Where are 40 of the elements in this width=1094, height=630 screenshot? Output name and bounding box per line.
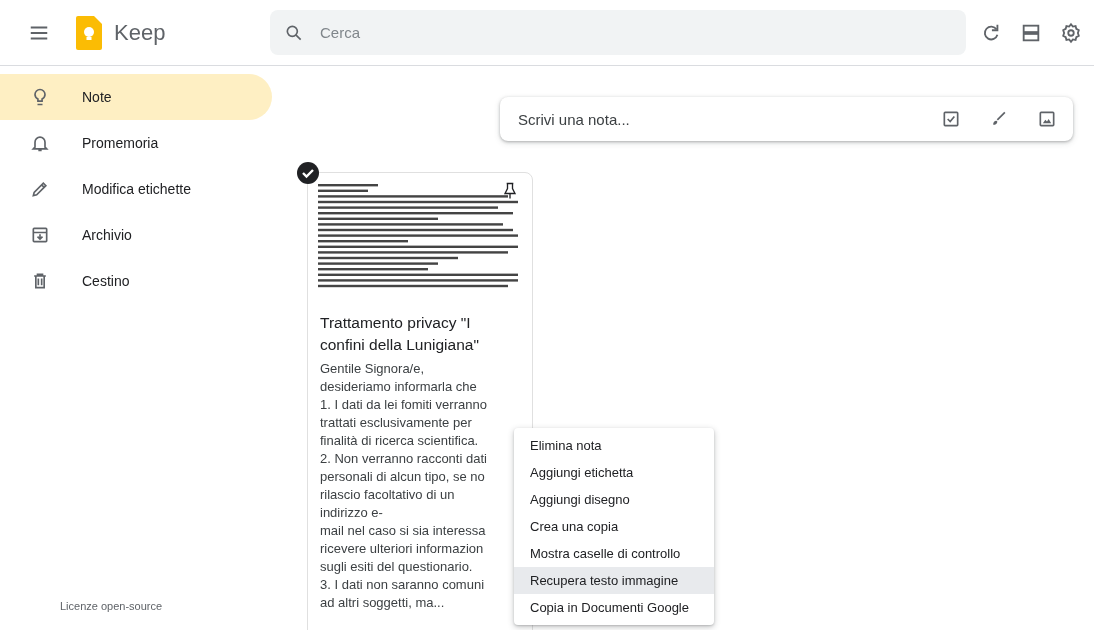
check-icon[interactable] — [297, 162, 319, 184]
note-text-line: ricevere ulteriori informazion — [320, 540, 485, 558]
note-text-line: sugli esiti del questionario. — [320, 558, 474, 576]
sidebar-item[interactable]: Promemoria — [0, 120, 272, 166]
keep-logo-icon — [76, 15, 102, 50]
note-text-line: ad altri soggetti, ma... — [320, 594, 446, 612]
note-text-line: indirizzo e- — [320, 504, 384, 522]
bell-icon — [30, 133, 50, 153]
note-text-line: mail nel caso si sia interessa — [320, 522, 487, 540]
note-composer[interactable]: Scrivi una nota... — [500, 97, 1073, 141]
note-title: Trattamento privacy "I confini della Lunigiana" — [319, 313, 480, 355]
image-icon[interactable] — [1037, 109, 1057, 129]
menu-item[interactable]: Recupera testo immagine — [514, 567, 714, 594]
search-input[interactable]: Cerca — [318, 23, 622, 42]
note-text-line: desideriamo informarla che — [320, 378, 478, 396]
archive-icon — [30, 225, 50, 245]
licenses-link[interactable]: Licenze open-source — [60, 600, 163, 612]
menu-item[interactable]: Copia in Documenti Google — [514, 594, 714, 621]
note-text-line: 2. Non verranno racconti dati — [320, 450, 488, 468]
pencil-icon — [30, 179, 50, 199]
menu-item[interactable]: Elimina nota — [514, 432, 714, 459]
app-name: Keep — [114, 19, 167, 46]
search-bar[interactable]: Cerca — [270, 10, 966, 55]
note-text-line: Gentile Signora/e, — [320, 360, 426, 378]
note-text-line: trattati esclusivamente per — [320, 414, 473, 432]
menu-item[interactable]: Aggiungi etichetta — [514, 459, 714, 486]
checkbox-icon[interactable] — [941, 109, 961, 129]
sidebar-item[interactable]: Modifica etichette — [0, 166, 272, 212]
menu-item[interactable]: Crea una copia — [514, 513, 714, 540]
menu-item[interactable]: Aggiungi disegno — [514, 486, 714, 513]
note-text-line: 1. I dati da lei fomiti verranno — [320, 396, 488, 414]
note-text-line: personali di alcun tipo, se no — [320, 468, 486, 486]
note-text-line: 3. I dati non saranno comuni — [320, 576, 486, 594]
sidebar-item[interactable]: Note — [0, 74, 272, 120]
note-text-line: finalità di ricerca scientifica. — [320, 432, 480, 450]
note-text-line: rilascio facoltativo di un — [320, 486, 456, 504]
sidebar-item[interactable]: Cestino — [0, 258, 272, 304]
sidebar-item[interactable]: Archivio — [0, 212, 272, 258]
menu-item[interactable]: Mostra caselle di controllo — [514, 540, 714, 567]
settings-icon[interactable] — [1060, 21, 1082, 44]
